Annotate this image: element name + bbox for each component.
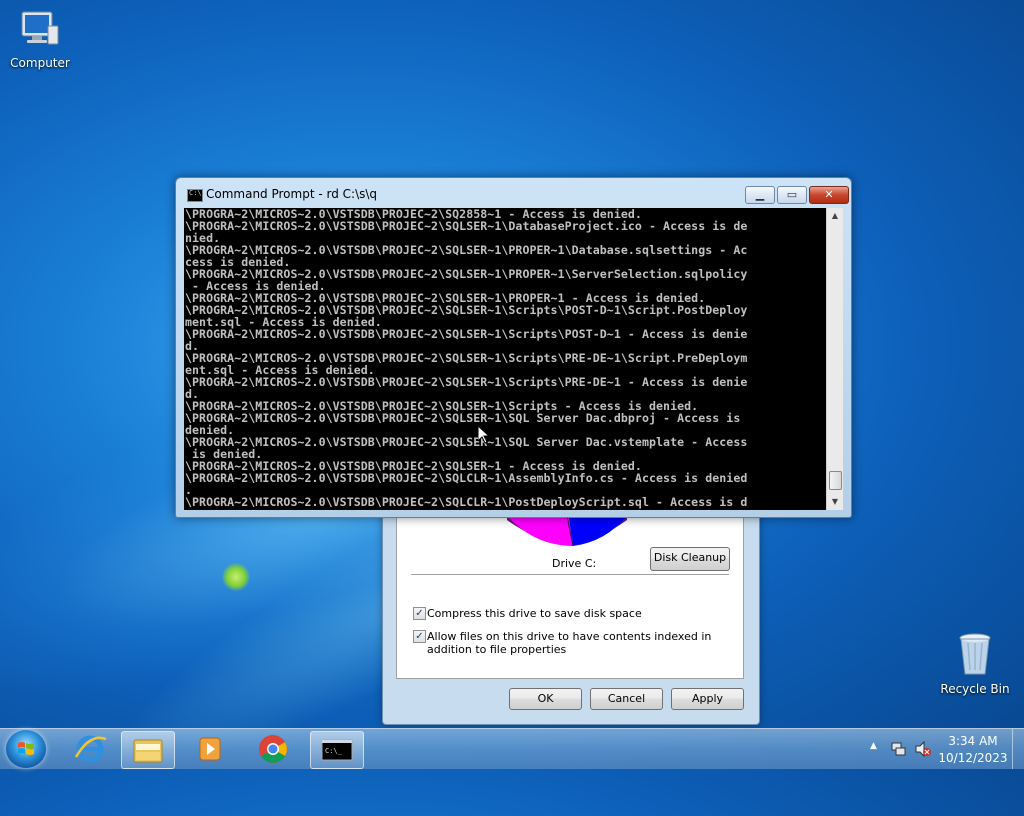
close-button[interactable]: ✕: [809, 186, 849, 204]
divider: [411, 574, 729, 575]
apply-button[interactable]: Apply: [671, 688, 744, 710]
index-contents-checkbox[interactable]: ✓: [413, 630, 426, 643]
file-explorer-icon: [133, 739, 163, 763]
taskbar-internet-explorer[interactable]: [64, 731, 116, 767]
windows-logo-icon: [18, 742, 34, 755]
computer-icon: [21, 11, 59, 45]
compress-drive-checkbox[interactable]: ✓: [413, 607, 426, 620]
desktop-icon-label: Recycle Bin: [940, 682, 1010, 696]
volume-muted-icon[interactable]: [914, 740, 932, 758]
maximize-button[interactable]: ▭: [777, 186, 807, 204]
mouse-cursor-icon: [478, 426, 490, 444]
svg-text:C:\_: C:\_: [325, 747, 343, 755]
disk-cleanup-button[interactable]: Disk Cleanup: [650, 547, 730, 571]
command-prompt-icon: C:\_: [321, 739, 353, 761]
scrollbar-thumb[interactable]: [829, 471, 842, 490]
taskbar-file-explorer[interactable]: [121, 731, 175, 769]
taskbar-chrome[interactable]: [247, 731, 299, 767]
command-prompt-window[interactable]: C:\ Command Prompt - rd C:\s\q ▁ ▭ ✕ \PR…: [175, 177, 852, 518]
desktop-icon-label: Computer: [10, 56, 70, 70]
taskbar-command-prompt[interactable]: C:\_: [310, 731, 364, 769]
close-icon: ✕: [824, 188, 834, 201]
window-title: Command Prompt - rd C:\s\q: [206, 187, 378, 201]
vertical-scrollbar[interactable]: ▲ ▼: [826, 208, 843, 510]
minimize-icon: ▁: [755, 188, 765, 201]
drive-label: Drive C:: [552, 557, 597, 570]
media-player-icon: [199, 737, 221, 761]
drive-properties-dialog: Drive C: Disk Cleanup ✓ Compress this dr…: [382, 505, 760, 725]
internet-explorer-icon: [74, 735, 107, 763]
chrome-icon: [259, 735, 287, 763]
maximize-icon: ▭: [786, 188, 798, 201]
console-text: \PROGRA~2\MICROS~2.0\VSTSDB\PROJEC~2\SQ2…: [185, 208, 748, 509]
minimize-button[interactable]: ▁: [745, 186, 775, 204]
network-icon[interactable]: [890, 740, 908, 758]
cancel-button[interactable]: Cancel: [590, 688, 663, 710]
show-hidden-icons-icon[interactable]: ▲: [870, 741, 877, 751]
desktop-icon-recycle-bin[interactable]: Recycle Bin: [935, 630, 1015, 696]
taskbar-media-player[interactable]: [184, 731, 236, 767]
clock-time[interactable]: 3:34 AM: [938, 734, 1008, 748]
start-button[interactable]: [6, 730, 46, 768]
ok-button[interactable]: OK: [509, 688, 582, 710]
show-desktop-button[interactable]: [1012, 729, 1024, 769]
console-output[interactable]: \PROGRA~2\MICROS~2.0\VSTSDB\PROJEC~2\SQ2…: [184, 208, 826, 510]
scroll-down-icon[interactable]: ▼: [827, 494, 843, 510]
general-tab-panel: Drive C: Disk Cleanup ✓ Compress this dr…: [396, 506, 744, 679]
taskbar: C:\_ ▲ 3:34 AM 10/12/2023: [0, 728, 1024, 769]
clock-date[interactable]: 10/12/2023: [938, 751, 1008, 765]
wallpaper-leaf: [222, 562, 250, 592]
command-prompt-icon: C:\: [187, 189, 203, 202]
recycle-bin-icon: [959, 633, 991, 675]
scroll-up-icon[interactable]: ▲: [827, 208, 843, 224]
compress-drive-label: Compress this drive to save disk space: [427, 607, 642, 620]
index-contents-label: Allow files on this drive to have conten…: [427, 630, 712, 656]
desktop-icon-computer[interactable]: Computer: [0, 8, 80, 70]
